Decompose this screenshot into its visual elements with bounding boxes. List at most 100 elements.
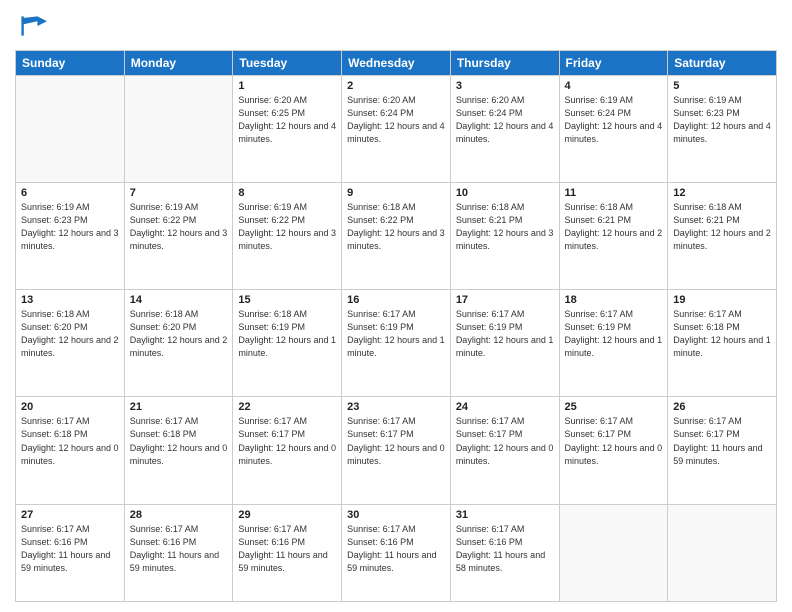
- calendar-cell: [124, 76, 233, 183]
- page: SundayMondayTuesdayWednesdayThursdayFrid…: [0, 0, 792, 612]
- calendar-cell: 10Sunrise: 6:18 AM Sunset: 6:21 PM Dayli…: [450, 183, 559, 290]
- day-number: 7: [130, 187, 228, 199]
- day-number: 21: [130, 401, 228, 413]
- calendar-cell: 7 Sunrise: 6:19 AM Sunset: 6:22 PM Daylig…: [124, 183, 233, 290]
- calendar-cell: 16 Sunrise: 6:17 AM Sunset: 6:19 PM Dayli…: [342, 290, 451, 397]
- day-number: 1: [238, 80, 336, 92]
- day-info: Sunrise: 6:17 AM Sunset: 6:19 PM Dayligh…: [456, 308, 554, 360]
- day-number: 16: [347, 294, 445, 306]
- day-info: Sunrise: 6:20 AM Sunset: 6:25 PM Dayligh…: [238, 94, 336, 146]
- day-info: Sunrise: 6:20 AM Sunset: 6:24 PM Dayligh…: [347, 94, 445, 146]
- day-info: Sunrise: 6:17 AM Sunset: 6:17 PM Dayligh…: [456, 415, 554, 467]
- calendar-cell: 25 Sunrise: 6:17 AM Sunset: 6:17 PM Dayli…: [559, 397, 668, 504]
- day-info: Sunrise: 6:19 AM Sunset: 6:23 PM Dayligh…: [21, 201, 119, 253]
- day-number: 19: [673, 294, 771, 306]
- calendar-cell: 5 Sunrise: 6:19 AM Sunset: 6:23 PM Daylig…: [668, 76, 777, 183]
- calendar-cell: 22 Sunrise: 6:17 AM Sunset: 6:17 PM Dayli…: [233, 397, 342, 504]
- logo: [15, 10, 51, 42]
- day-info: Sunrise: 6:19 AM Sunset: 6:24 PM Dayligh…: [565, 94, 663, 146]
- calendar-cell: 6Sunrise: 6:19 AM Sunset: 6:23 PM Daylig…: [16, 183, 125, 290]
- day-number: 30: [347, 509, 445, 521]
- day-info: Sunrise: 6:17 AM Sunset: 6:17 PM Dayligh…: [565, 415, 663, 467]
- calendar-cell: 30 Sunrise: 6:17 AM Sunset: 6:16 PM Dayli…: [342, 504, 451, 601]
- calendar-cell: 14 Sunrise: 6:18 AM Sunset: 6:20 PM Dayli…: [124, 290, 233, 397]
- day-info: Sunrise: 6:17 AM Sunset: 6:16 PM Dayligh…: [21, 523, 119, 575]
- weekday-header-friday: Friday: [559, 51, 668, 76]
- day-info: Sunrise: 6:17 AM Sunset: 6:16 PM Dayligh…: [238, 523, 336, 575]
- logo-icon: [15, 10, 47, 42]
- calendar-cell: [559, 504, 668, 601]
- weekday-header-tuesday: Tuesday: [233, 51, 342, 76]
- day-number: 25: [565, 401, 663, 413]
- day-info: Sunrise: 6:19 AM Sunset: 6:23 PM Dayligh…: [673, 94, 771, 146]
- day-number: 12: [673, 187, 771, 199]
- calendar-cell: 24 Sunrise: 6:17 AM Sunset: 6:17 PM Dayli…: [450, 397, 559, 504]
- calendar-cell: 19 Sunrise: 6:17 AM Sunset: 6:18 PM Dayli…: [668, 290, 777, 397]
- calendar-cell: 1 Sunrise: 6:20 AM Sunset: 6:25 PM Daylig…: [233, 76, 342, 183]
- day-number: 5: [673, 80, 771, 92]
- day-info: Sunrise: 6:19 AM Sunset: 6:22 PM Dayligh…: [130, 201, 228, 253]
- weekday-header-thursday: Thursday: [450, 51, 559, 76]
- day-info: Sunrise: 6:17 AM Sunset: 6:16 PM Dayligh…: [347, 523, 445, 575]
- calendar-cell: 18 Sunrise: 6:17 AM Sunset: 6:19 PM Dayli…: [559, 290, 668, 397]
- calendar-cell: 2 Sunrise: 6:20 AM Sunset: 6:24 PM Daylig…: [342, 76, 451, 183]
- week-row-1: 6Sunrise: 6:19 AM Sunset: 6:23 PM Daylig…: [16, 183, 777, 290]
- day-number: 4: [565, 80, 663, 92]
- header: [15, 10, 777, 42]
- calendar-cell: 29 Sunrise: 6:17 AM Sunset: 6:16 PM Dayli…: [233, 504, 342, 601]
- week-row-0: 1 Sunrise: 6:20 AM Sunset: 6:25 PM Daylig…: [16, 76, 777, 183]
- day-info: Sunrise: 6:18 AM Sunset: 6:20 PM Dayligh…: [21, 308, 119, 360]
- day-info: Sunrise: 6:17 AM Sunset: 6:16 PM Dayligh…: [456, 523, 554, 575]
- day-info: Sunrise: 6:17 AM Sunset: 6:17 PM Dayligh…: [238, 415, 336, 467]
- day-number: 23: [347, 401, 445, 413]
- calendar-cell: 23Sunrise: 6:17 AM Sunset: 6:17 PM Dayli…: [342, 397, 451, 504]
- day-info: Sunrise: 6:17 AM Sunset: 6:19 PM Dayligh…: [565, 308, 663, 360]
- day-info: Sunrise: 6:18 AM Sunset: 6:22 PM Dayligh…: [347, 201, 445, 253]
- weekday-header-row: SundayMondayTuesdayWednesdayThursdayFrid…: [16, 51, 777, 76]
- week-row-4: 27Sunrise: 6:17 AM Sunset: 6:16 PM Dayli…: [16, 504, 777, 601]
- day-info: Sunrise: 6:18 AM Sunset: 6:21 PM Dayligh…: [565, 201, 663, 253]
- calendar-cell: 9 Sunrise: 6:18 AM Sunset: 6:22 PM Daylig…: [342, 183, 451, 290]
- day-info: Sunrise: 6:18 AM Sunset: 6:20 PM Dayligh…: [130, 308, 228, 360]
- calendar-cell: 26 Sunrise: 6:17 AM Sunset: 6:17 PM Dayli…: [668, 397, 777, 504]
- day-number: 29: [238, 509, 336, 521]
- day-info: Sunrise: 6:17 AM Sunset: 6:18 PM Dayligh…: [130, 415, 228, 467]
- weekday-header-saturday: Saturday: [668, 51, 777, 76]
- calendar-cell: 11 Sunrise: 6:18 AM Sunset: 6:21 PM Dayli…: [559, 183, 668, 290]
- day-info: Sunrise: 6:18 AM Sunset: 6:19 PM Dayligh…: [238, 308, 336, 360]
- calendar-cell: 4 Sunrise: 6:19 AM Sunset: 6:24 PM Daylig…: [559, 76, 668, 183]
- calendar-cell: [668, 504, 777, 601]
- day-info: Sunrise: 6:19 AM Sunset: 6:22 PM Dayligh…: [238, 201, 336, 253]
- day-number: 2: [347, 80, 445, 92]
- calendar-cell: [16, 76, 125, 183]
- day-number: 9: [347, 187, 445, 199]
- day-number: 22: [238, 401, 336, 413]
- day-number: 15: [238, 294, 336, 306]
- day-info: Sunrise: 6:18 AM Sunset: 6:21 PM Dayligh…: [673, 201, 771, 253]
- weekday-header-wednesday: Wednesday: [342, 51, 451, 76]
- weekday-header-monday: Monday: [124, 51, 233, 76]
- week-row-2: 13 Sunrise: 6:18 AM Sunset: 6:20 PM Dayli…: [16, 290, 777, 397]
- calendar-cell: 21 Sunrise: 6:17 AM Sunset: 6:18 PM Dayli…: [124, 397, 233, 504]
- day-info: Sunrise: 6:17 AM Sunset: 6:19 PM Dayligh…: [347, 308, 445, 360]
- day-info: Sunrise: 6:20 AM Sunset: 6:24 PM Dayligh…: [456, 94, 554, 146]
- day-info: Sunrise: 6:17 AM Sunset: 6:17 PM Dayligh…: [673, 415, 771, 467]
- week-row-3: 20 Sunrise: 6:17 AM Sunset: 6:18 PM Dayli…: [16, 397, 777, 504]
- day-info: Sunrise: 6:17 AM Sunset: 6:16 PM Dayligh…: [130, 523, 228, 575]
- day-number: 20: [21, 401, 119, 413]
- calendar-cell: 8Sunrise: 6:19 AM Sunset: 6:22 PM Daylig…: [233, 183, 342, 290]
- day-info: Sunrise: 6:17 AM Sunset: 6:18 PM Dayligh…: [673, 308, 771, 360]
- day-number: 3: [456, 80, 554, 92]
- calendar-cell: 20Sunrise: 6:17 AM Sunset: 6:18 PM Dayli…: [16, 397, 125, 504]
- calendar-cell: 17Sunrise: 6:17 AM Sunset: 6:19 PM Dayli…: [450, 290, 559, 397]
- day-number: 18: [565, 294, 663, 306]
- calendar-cell: 31Sunrise: 6:17 AM Sunset: 6:16 PM Dayli…: [450, 504, 559, 601]
- day-number: 10: [456, 187, 554, 199]
- weekday-header-sunday: Sunday: [16, 51, 125, 76]
- day-number: 14: [130, 294, 228, 306]
- day-number: 13: [21, 294, 119, 306]
- day-number: 11: [565, 187, 663, 199]
- day-number: 26: [673, 401, 771, 413]
- day-number: 24: [456, 401, 554, 413]
- calendar-cell: 27Sunrise: 6:17 AM Sunset: 6:16 PM Dayli…: [16, 504, 125, 601]
